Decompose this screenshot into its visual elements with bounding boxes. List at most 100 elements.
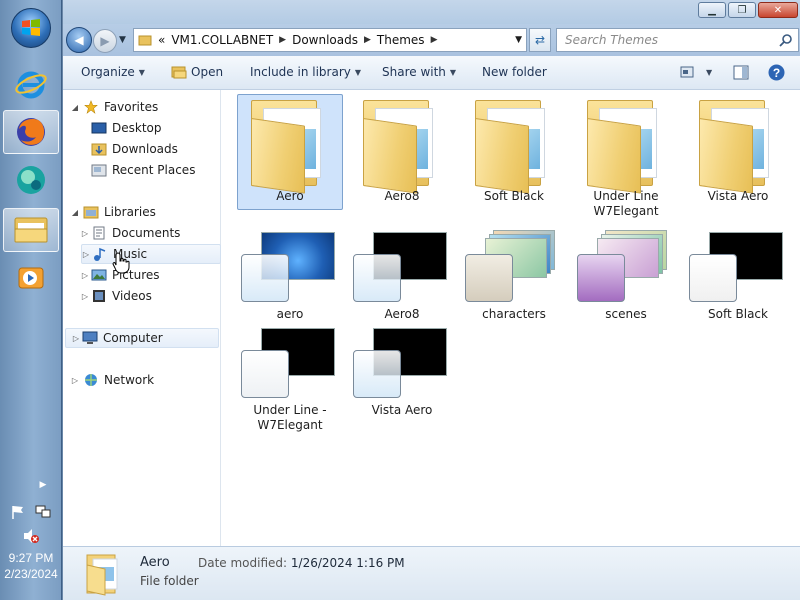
search-input[interactable]: Search Themes	[556, 28, 799, 52]
system-clock[interactable]: 9:27 PM 2/23/2024	[0, 550, 62, 582]
address-dropdown-icon[interactable]: ▼	[515, 35, 522, 45]
theme-file-vista-aero[interactable]: Vista Aero	[349, 326, 455, 418]
taskbar-firefox[interactable]	[3, 110, 59, 154]
folder-item-soft-black[interactable]: Soft Black	[461, 94, 567, 204]
breadcrumb-themes[interactable]: Themes	[377, 33, 425, 47]
action-center-flag-icon[interactable]	[10, 504, 26, 520]
item-label: Aero8	[384, 307, 420, 321]
nav-pictures[interactable]: ▷ Pictures	[81, 265, 237, 285]
recent-places-label: Recent Places	[112, 163, 196, 177]
theme-icon	[237, 326, 343, 400]
chevron-down-icon: ▼	[354, 67, 362, 77]
selected-item-type: File folder	[140, 574, 199, 588]
chevron-right-icon[interactable]: ▶	[279, 35, 286, 45]
expander-expanded-icon[interactable]: ◢	[71, 208, 79, 217]
preview-pane-button[interactable]	[733, 65, 749, 80]
start-button[interactable]	[11, 8, 51, 48]
star-icon	[84, 100, 98, 114]
expander-collapsed-icon[interactable]: ▷	[82, 250, 90, 259]
title-bar[interactable]: ▁ ❐ ✕	[63, 0, 800, 24]
network-icon[interactable]	[34, 504, 52, 520]
breadcrumb-downloads[interactable]: Downloads	[292, 33, 358, 47]
theme-file-under-line-w7elegant[interactable]: Under Line - W7Elegant	[237, 326, 343, 433]
internet-explorer-icon	[15, 71, 47, 99]
share-with-menu[interactable]: Share with ▼	[382, 65, 456, 79]
theme-file-aero[interactable]: aero	[237, 230, 343, 322]
theme-icon	[685, 230, 791, 304]
folder-icon	[461, 94, 567, 194]
music-note-icon	[94, 247, 106, 261]
navigation-bar: ◀ ▶ ▼ « VM1.COLLABNET ▶ Downloads ▶ Them…	[63, 24, 800, 56]
taskbar-media-player[interactable]	[3, 256, 59, 300]
search-icon	[779, 34, 792, 47]
nav-network[interactable]: ▷ Network	[71, 370, 227, 390]
nav-libraries[interactable]: ◢ Libraries	[71, 202, 227, 222]
folder-item-aero8[interactable]: Aero8	[349, 94, 455, 204]
refresh-button[interactable]: ⇄	[529, 28, 551, 52]
theme-icon	[349, 326, 455, 400]
address-bar[interactable]: « VM1.COLLABNET ▶ Downloads ▶ Themes ▶ ▼	[133, 28, 527, 52]
folder-item-under-line-w7elegant[interactable]: Under Line W7Elegant	[573, 94, 679, 219]
nav-videos[interactable]: ▷ Videos	[81, 286, 237, 306]
documents-label: Documents	[112, 226, 181, 240]
item-label: Vista Aero	[371, 403, 433, 417]
minimize-button[interactable]: ▁	[698, 2, 726, 18]
downloads-label: Downloads	[112, 142, 178, 156]
pictures-icon	[91, 269, 107, 281]
theme-pack-icon	[461, 230, 567, 304]
organize-menu[interactable]: Organize ▼	[81, 65, 145, 79]
folder-icon	[83, 551, 123, 597]
expander-collapsed-icon[interactable]: ▷	[81, 271, 89, 280]
expander-collapsed-icon[interactable]: ▷	[72, 334, 80, 343]
close-button[interactable]: ✕	[758, 2, 798, 18]
new-folder-button[interactable]: New folder	[482, 65, 547, 79]
documents-icon	[93, 226, 105, 240]
chevron-right-icon[interactable]: ▶	[364, 35, 371, 45]
clock-date: 2/23/2024	[4, 567, 58, 581]
date-modified-value: 1/26/2024 1:16 PM	[290, 556, 405, 570]
folder-item-aero[interactable]: Aero	[237, 94, 343, 210]
videos-icon	[93, 290, 105, 302]
folder-item-vista-aero[interactable]: Vista Aero	[685, 94, 791, 204]
taskbar-app-sphere[interactable]	[3, 158, 59, 202]
nav-computer[interactable]: ▷ Computer	[65, 328, 219, 348]
theme-file-soft-black[interactable]: Soft Black	[685, 230, 791, 322]
share-with-label: Share with	[382, 65, 446, 79]
theme-file-aero8[interactable]: Aero8	[349, 230, 455, 322]
details-pane: Aero Date modified: 1/26/2024 1:16 PM Fi…	[63, 546, 800, 600]
back-button[interactable]: ◀	[66, 27, 92, 53]
taskbar-windows-explorer[interactable]	[3, 208, 59, 252]
open-button[interactable]: Open	[171, 65, 223, 79]
help-button[interactable]: ?	[768, 64, 785, 81]
expander-collapsed-icon[interactable]: ▷	[81, 292, 89, 301]
taskbar: ▶ 9:27 PM 2/23/2024	[0, 0, 62, 600]
item-label: Soft Black	[484, 189, 544, 203]
breadcrumb-vm1-collabnet[interactable]: VM1.COLLABNET	[171, 33, 273, 47]
folder-icon	[138, 35, 152, 46]
expander-collapsed-icon[interactable]: ▷	[71, 376, 79, 385]
show-hidden-icons[interactable]: ▶	[0, 480, 62, 490]
arrow-left-icon: ◀	[74, 33, 84, 47]
nav-documents[interactable]: ▷ Documents	[81, 223, 237, 243]
theme-pack-characters[interactable]: characters	[461, 230, 567, 322]
folder-icon	[685, 94, 791, 194]
change-view-button[interactable]: ▼	[680, 66, 712, 78]
windows-logo-icon	[22, 19, 40, 36]
include-in-library-menu[interactable]: Include in library ▼	[250, 65, 361, 79]
notification-area	[0, 504, 62, 520]
maximize-button[interactable]: ❐	[728, 2, 756, 18]
speaker-muted-icon	[24, 529, 39, 543]
theme-pack-scenes[interactable]: scenes	[573, 230, 679, 322]
expander-collapsed-icon[interactable]: ▷	[81, 229, 89, 238]
chevron-right-icon[interactable]: ▶	[431, 35, 438, 45]
volume-muted[interactable]	[0, 528, 62, 544]
forward-button[interactable]: ▶	[93, 29, 117, 53]
taskbar-internet-explorer[interactable]	[3, 62, 59, 106]
nav-music[interactable]: ▷ Music	[81, 244, 221, 264]
desktop-icon	[91, 122, 107, 134]
recent-pages-dropdown[interactable]: ▼	[119, 35, 126, 45]
restore-icon: ❐	[737, 4, 747, 16]
expander-expanded-icon[interactable]: ◢	[71, 103, 79, 112]
nav-favorites[interactable]: ◢ Favorites	[71, 97, 227, 117]
address-overflow[interactable]: «	[158, 33, 165, 47]
